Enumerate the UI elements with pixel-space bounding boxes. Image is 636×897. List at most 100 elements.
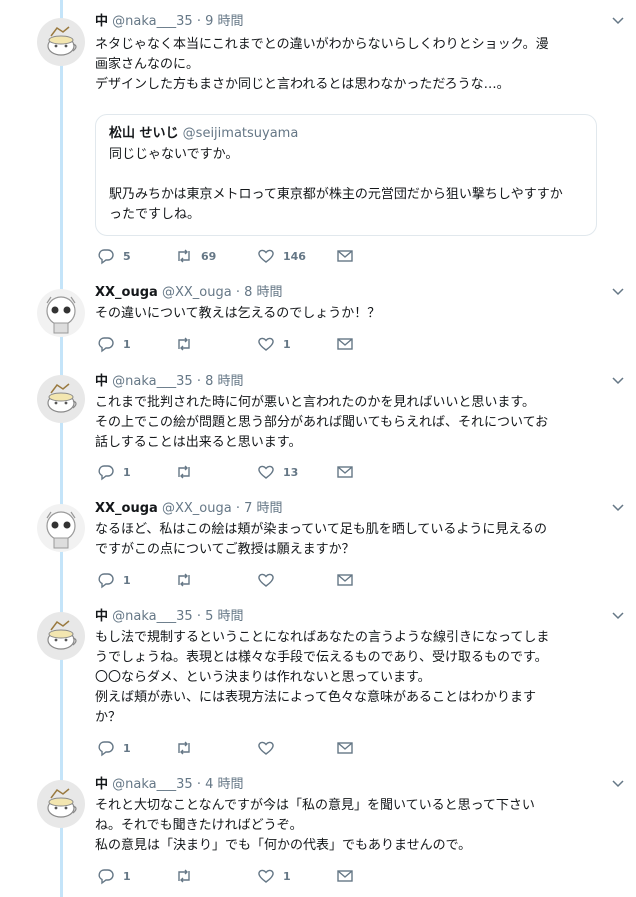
display-name[interactable]: XX_ouga bbox=[95, 285, 158, 300]
like-button[interactable]: 146 bbox=[257, 246, 306, 266]
like-button[interactable]: 13 bbox=[257, 462, 298, 482]
retweet-icon bbox=[178, 465, 190, 479]
display-name[interactable]: 中 bbox=[95, 14, 108, 29]
chevron-down-icon[interactable] bbox=[611, 776, 625, 790]
reply-icon bbox=[98, 573, 114, 589]
like-button[interactable] bbox=[257, 570, 283, 590]
timestamp[interactable]: 8 時間 bbox=[244, 285, 282, 300]
retweet-button[interactable] bbox=[175, 570, 201, 590]
envelope-icon bbox=[337, 870, 353, 882]
robot-avatar-icon bbox=[37, 504, 85, 552]
quote-display-name: 松山 せいじ bbox=[109, 126, 179, 141]
quote-text: 同じじゃないですか。 駅乃みちかは東京メトロって東京都が株主の元営団だから狙い撃… bbox=[109, 147, 563, 222]
reply-button[interactable]: 1 bbox=[97, 462, 131, 482]
like-button[interactable]: 1 bbox=[257, 866, 291, 886]
avatar[interactable] bbox=[37, 612, 85, 660]
timestamp[interactable]: 7 時間 bbox=[244, 501, 282, 516]
timestamp[interactable]: 4 時間 bbox=[205, 777, 243, 792]
reply-button[interactable]: 5 bbox=[97, 246, 131, 266]
mug-avatar-icon bbox=[37, 375, 85, 423]
retweet-count: 69 bbox=[201, 249, 217, 263]
avatar[interactable] bbox=[37, 18, 85, 66]
retweet-button[interactable] bbox=[175, 738, 201, 758]
like-button[interactable] bbox=[257, 738, 283, 758]
tweet-text: これまで批判された時に何が悪いと言われたのかを見ればいいと思います。 その上でこ… bbox=[95, 395, 549, 450]
chevron-down-icon[interactable] bbox=[611, 373, 625, 387]
tweet-header: XX_ouga @XX_ouga · 7 時間 bbox=[95, 500, 624, 518]
tweet-actions: 1 13 bbox=[95, 462, 355, 482]
user-handle[interactable]: @XX_ouga bbox=[162, 285, 232, 300]
display-name[interactable]: 中 bbox=[95, 777, 108, 792]
timestamp[interactable]: 8 時間 bbox=[205, 374, 243, 389]
chevron-down-icon[interactable] bbox=[611, 284, 625, 298]
retweet-icon bbox=[178, 337, 190, 351]
reply-icon bbox=[98, 337, 114, 353]
chevron-down-icon[interactable] bbox=[611, 13, 625, 27]
reply-count: 1 bbox=[123, 465, 131, 479]
tweet-actions: 1 bbox=[95, 570, 355, 590]
tweet-actions: 1 1 bbox=[95, 334, 355, 354]
user-handle[interactable]: @naka___35 bbox=[112, 14, 193, 29]
user-handle[interactable]: @naka___35 bbox=[112, 374, 193, 389]
direct-message-button[interactable] bbox=[336, 246, 354, 266]
tweet-actions: 1 bbox=[95, 738, 355, 758]
envelope-icon bbox=[337, 574, 353, 586]
reply-count: 1 bbox=[123, 741, 131, 755]
retweet-button[interactable] bbox=[175, 334, 201, 354]
like-count: 13 bbox=[283, 465, 299, 479]
tweet-header: 中 @naka___35 · 8 時間 bbox=[95, 373, 624, 391]
mug-avatar-icon bbox=[37, 780, 85, 828]
tweet-actions: 5 69 146 bbox=[95, 246, 355, 266]
retweet-icon bbox=[178, 741, 190, 755]
reply-count: 5 bbox=[123, 249, 131, 263]
timestamp[interactable]: 9 時間 bbox=[205, 14, 243, 29]
display-name[interactable]: 中 bbox=[95, 609, 108, 624]
display-name[interactable]: 中 bbox=[95, 374, 108, 389]
like-count: 1 bbox=[283, 869, 291, 883]
user-handle[interactable]: @naka___35 bbox=[112, 609, 193, 624]
avatar[interactable] bbox=[37, 780, 85, 828]
tweet-header: XX_ouga @XX_ouga · 8 時間 bbox=[95, 284, 624, 302]
direct-message-button[interactable] bbox=[336, 570, 354, 590]
avatar[interactable] bbox=[37, 289, 85, 337]
reply-icon bbox=[98, 249, 114, 265]
retweet-button[interactable] bbox=[175, 462, 201, 482]
display-name[interactable]: XX_ouga bbox=[95, 501, 158, 516]
reply-button[interactable]: 1 bbox=[97, 738, 131, 758]
heart-icon bbox=[258, 741, 274, 755]
reply-icon bbox=[98, 869, 114, 885]
heart-icon bbox=[258, 465, 274, 479]
direct-message-button[interactable] bbox=[336, 738, 354, 758]
envelope-icon bbox=[337, 338, 353, 350]
reply-count: 1 bbox=[123, 337, 131, 351]
user-handle[interactable]: @naka___35 bbox=[112, 777, 193, 792]
tweet-text: もし法で規制するということになればあなたの言うような線引きになってしま うでしょ… bbox=[95, 630, 550, 725]
retweet-icon bbox=[178, 573, 190, 587]
direct-message-button[interactable] bbox=[336, 866, 354, 886]
reply-count: 1 bbox=[123, 573, 131, 587]
tweet-header: 中 @naka___35 · 9 時間 bbox=[95, 13, 624, 31]
quoted-tweet[interactable]: 松山 せいじ @seijimatsuyama 同じじゃないですか。 駅乃みちかは… bbox=[95, 114, 597, 236]
reply-button[interactable]: 1 bbox=[97, 866, 131, 886]
avatar[interactable] bbox=[37, 375, 85, 423]
timestamp[interactable]: 5 時間 bbox=[205, 609, 243, 624]
direct-message-button[interactable] bbox=[336, 462, 354, 482]
user-handle[interactable]: @XX_ouga bbox=[162, 501, 232, 516]
chevron-down-icon[interactable] bbox=[611, 608, 625, 622]
thread-line bbox=[60, 0, 63, 897]
chevron-down-icon[interactable] bbox=[611, 500, 625, 514]
reply-icon bbox=[98, 465, 114, 481]
tweet-text: それと大切なことなんですが今は「私の意見」を聞いていると思って下さい ね。それで… bbox=[95, 798, 535, 853]
retweet-button[interactable] bbox=[175, 866, 201, 886]
reply-button[interactable]: 1 bbox=[97, 334, 131, 354]
reply-icon bbox=[98, 741, 114, 757]
direct-message-button[interactable] bbox=[336, 334, 354, 354]
retweet-button[interactable]: 69 bbox=[175, 246, 216, 266]
like-button[interactable]: 1 bbox=[257, 334, 291, 354]
avatar[interactable] bbox=[37, 504, 85, 552]
envelope-icon bbox=[337, 742, 353, 754]
tweet-text: ネタじゃなく本当にこれまでとの違いがわからないらしくわりとショック。漫 画家さん… bbox=[95, 37, 549, 92]
envelope-icon bbox=[337, 250, 353, 262]
reply-button[interactable]: 1 bbox=[97, 570, 131, 590]
heart-icon bbox=[258, 249, 274, 263]
